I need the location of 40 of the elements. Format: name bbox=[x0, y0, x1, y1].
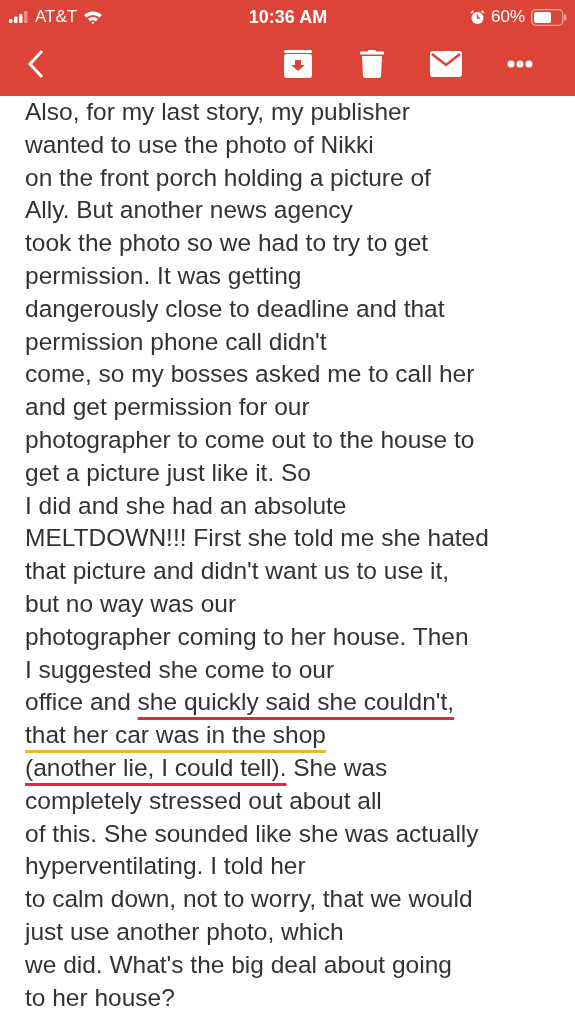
message-line: Also, for my last story, my publisher bbox=[25, 97, 410, 127]
message-line: but no way was our bbox=[25, 588, 237, 619]
message-line: dangerously close to deadline and that bbox=[25, 293, 445, 324]
message-line: (another lie, I could tell). She was bbox=[25, 752, 388, 783]
message-line: I suggested she come to our bbox=[25, 654, 335, 685]
message-line: hyperventilating. I told her bbox=[25, 851, 306, 882]
message-line: I did and she had an absolute bbox=[25, 490, 347, 521]
message-line: completely stressed out about all bbox=[25, 785, 382, 816]
message-line: to calm down, not to worry, that we would bbox=[25, 884, 473, 915]
back-icon bbox=[27, 49, 45, 79]
archive-icon bbox=[283, 50, 313, 78]
message-line: permission phone call didn't bbox=[25, 326, 327, 357]
message-line: get a picture just like it. So bbox=[25, 457, 311, 488]
message-line: that picture and didn't want us to use it, bbox=[25, 556, 450, 587]
battery-icon bbox=[531, 8, 567, 26]
message-line: on the front porch holding a picture of bbox=[25, 162, 431, 193]
message-line: took the photo so we had to try to get bbox=[25, 228, 429, 259]
message-line: permission. It was getting bbox=[25, 261, 302, 291]
more-icon bbox=[507, 60, 533, 68]
message-line: come, so my bosses asked me to call her bbox=[25, 359, 475, 390]
message-line: and get permission for our bbox=[25, 392, 310, 423]
message-line: office and she quickly said she couldn't, bbox=[25, 687, 455, 718]
message-line: MELTDOWN!!! First she told me she hated bbox=[25, 523, 489, 554]
wifi-icon bbox=[83, 10, 104, 24]
message-line: just use another photo, which bbox=[25, 916, 344, 947]
message-line: photographer to come out to the house to bbox=[25, 424, 475, 455]
carrier-name: AT&T bbox=[35, 7, 78, 27]
message-line: we did. What's the big deal about going bbox=[25, 949, 452, 980]
clock-time: 10:36 AM bbox=[248, 6, 328, 28]
message-line: wanted to use the photo of Nikki bbox=[25, 129, 374, 160]
message-line: of this. She sounded like she was actually bbox=[25, 818, 479, 849]
signal-icon bbox=[9, 11, 29, 23]
battery-percent: 60% bbox=[490, 7, 525, 27]
message-line: that her car was in the shop bbox=[25, 720, 326, 751]
message-line: photographer coming to her house. Then bbox=[25, 621, 469, 652]
trash-icon bbox=[360, 50, 384, 78]
message-line: Ally. But another news agency bbox=[25, 195, 353, 226]
envelope-icon bbox=[430, 51, 462, 77]
message-line: to her house? bbox=[25, 982, 175, 1013]
alarm-icon bbox=[469, 9, 485, 25]
